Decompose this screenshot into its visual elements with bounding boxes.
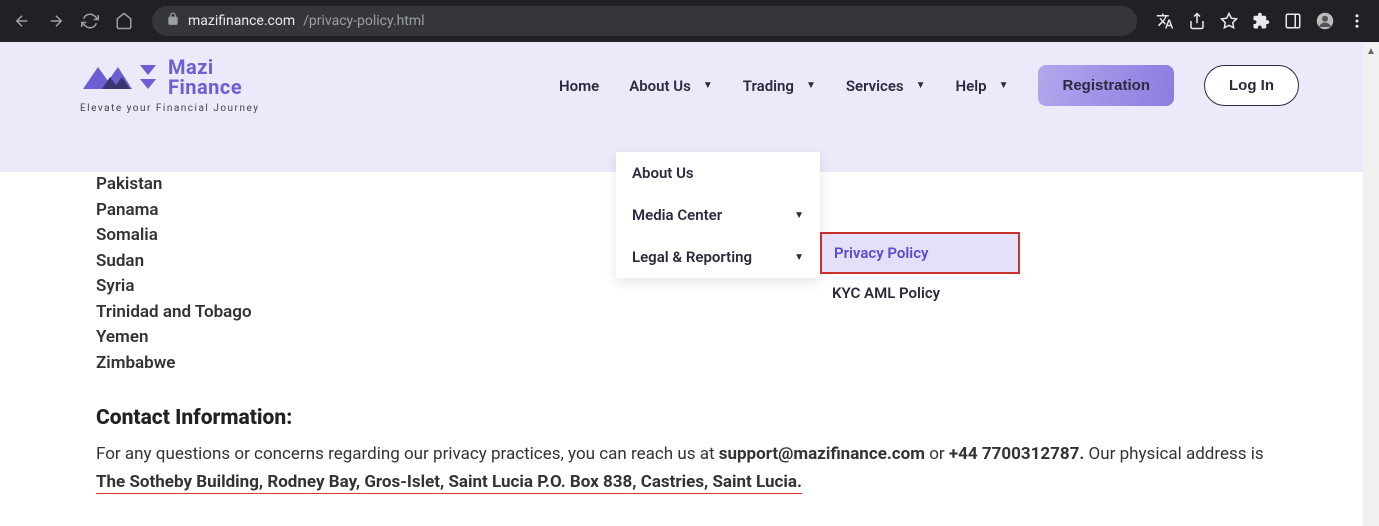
submenu-privacy-policy[interactable]: Privacy Policy [820, 232, 1020, 274]
contact-text: For any questions or concerns regarding … [96, 440, 1267, 496]
page-viewport: Mazi Finance Elevate your Financial Jour… [0, 42, 1379, 526]
menu-icon[interactable] [1343, 7, 1371, 35]
login-button[interactable]: Log In [1204, 65, 1299, 106]
contact-intro: For any questions or concerns regarding … [96, 444, 719, 464]
extensions-icon[interactable] [1247, 7, 1275, 35]
submenu-kyc-aml[interactable]: KYC AML Policy [820, 274, 1020, 312]
contact-heading: Contact Information: [96, 406, 1267, 430]
back-button[interactable] [8, 7, 36, 35]
nav-about[interactable]: About Us▼ [629, 77, 713, 95]
dropdown-about-us[interactable]: About Us [616, 152, 820, 194]
brand-tagline: Elevate your Financial Journey [80, 103, 259, 114]
scroll-up-arrow[interactable]: ▲ [1363, 43, 1379, 59]
main-nav: Home About Us▼ Trading▼ Services▼ Help▼ … [559, 65, 1299, 106]
forward-button[interactable] [42, 7, 70, 35]
caret-right-icon: ▼ [794, 210, 804, 221]
nav-help[interactable]: Help▼ [956, 77, 1009, 95]
caret-right-icon: ▼ [794, 252, 804, 263]
country-item: Trinidad and Tobago [96, 300, 1267, 326]
legal-submenu: Privacy Policy KYC AML Policy [820, 232, 1020, 312]
lock-icon [166, 12, 180, 30]
caret-down-icon: ▼ [999, 80, 1009, 91]
dropdown-media-center[interactable]: Media Center▼ [616, 194, 820, 236]
country-item: Yemen [96, 325, 1267, 351]
caret-down-icon: ▼ [916, 80, 926, 91]
panel-icon[interactable] [1279, 7, 1307, 35]
bookmark-icon[interactable] [1215, 7, 1243, 35]
logo-icon [80, 59, 160, 95]
country-item: Zimbabwe [96, 351, 1267, 377]
contact-or: or [925, 444, 949, 464]
contact-email: support@mazifinance.com [719, 444, 925, 464]
reload-button[interactable] [76, 7, 104, 35]
registration-button[interactable]: Registration [1038, 65, 1174, 106]
contact-after-phone: Our physical address is [1084, 444, 1263, 464]
about-dropdown: About Us Media Center▼ Legal & Reporting… [616, 152, 820, 278]
dropdown-legal-reporting[interactable]: Legal & Reporting▼ [616, 236, 820, 278]
profile-icon[interactable] [1311, 7, 1339, 35]
vertical-scrollbar[interactable]: ▲ [1363, 43, 1379, 526]
share-icon[interactable] [1183, 7, 1211, 35]
nav-trading[interactable]: Trading▼ [743, 77, 816, 95]
contact-address: The Sotheby Building, Rodney Bay, Gros-I… [96, 472, 802, 494]
address-bar[interactable]: mazifinance.com/privacy-policy.html [152, 6, 1137, 36]
translate-icon[interactable] [1151, 7, 1179, 35]
url-domain: mazifinance.com [188, 13, 295, 29]
brand-name-2: Finance [168, 77, 242, 97]
home-button[interactable] [110, 7, 138, 35]
brand-name-1: Mazi [168, 57, 242, 77]
contact-phone: +44 7700312787. [949, 444, 1084, 464]
nav-services[interactable]: Services▼ [846, 77, 926, 95]
caret-down-icon: ▼ [806, 80, 816, 91]
site-logo[interactable]: Mazi Finance Elevate your Financial Jour… [80, 57, 259, 114]
nav-home[interactable]: Home [559, 77, 599, 95]
caret-down-icon: ▼ [703, 80, 713, 91]
url-path: /privacy-policy.html [303, 13, 424, 29]
site-header: Mazi Finance Elevate your Financial Jour… [0, 42, 1379, 130]
browser-toolbar: mazifinance.com/privacy-policy.html [0, 0, 1379, 42]
